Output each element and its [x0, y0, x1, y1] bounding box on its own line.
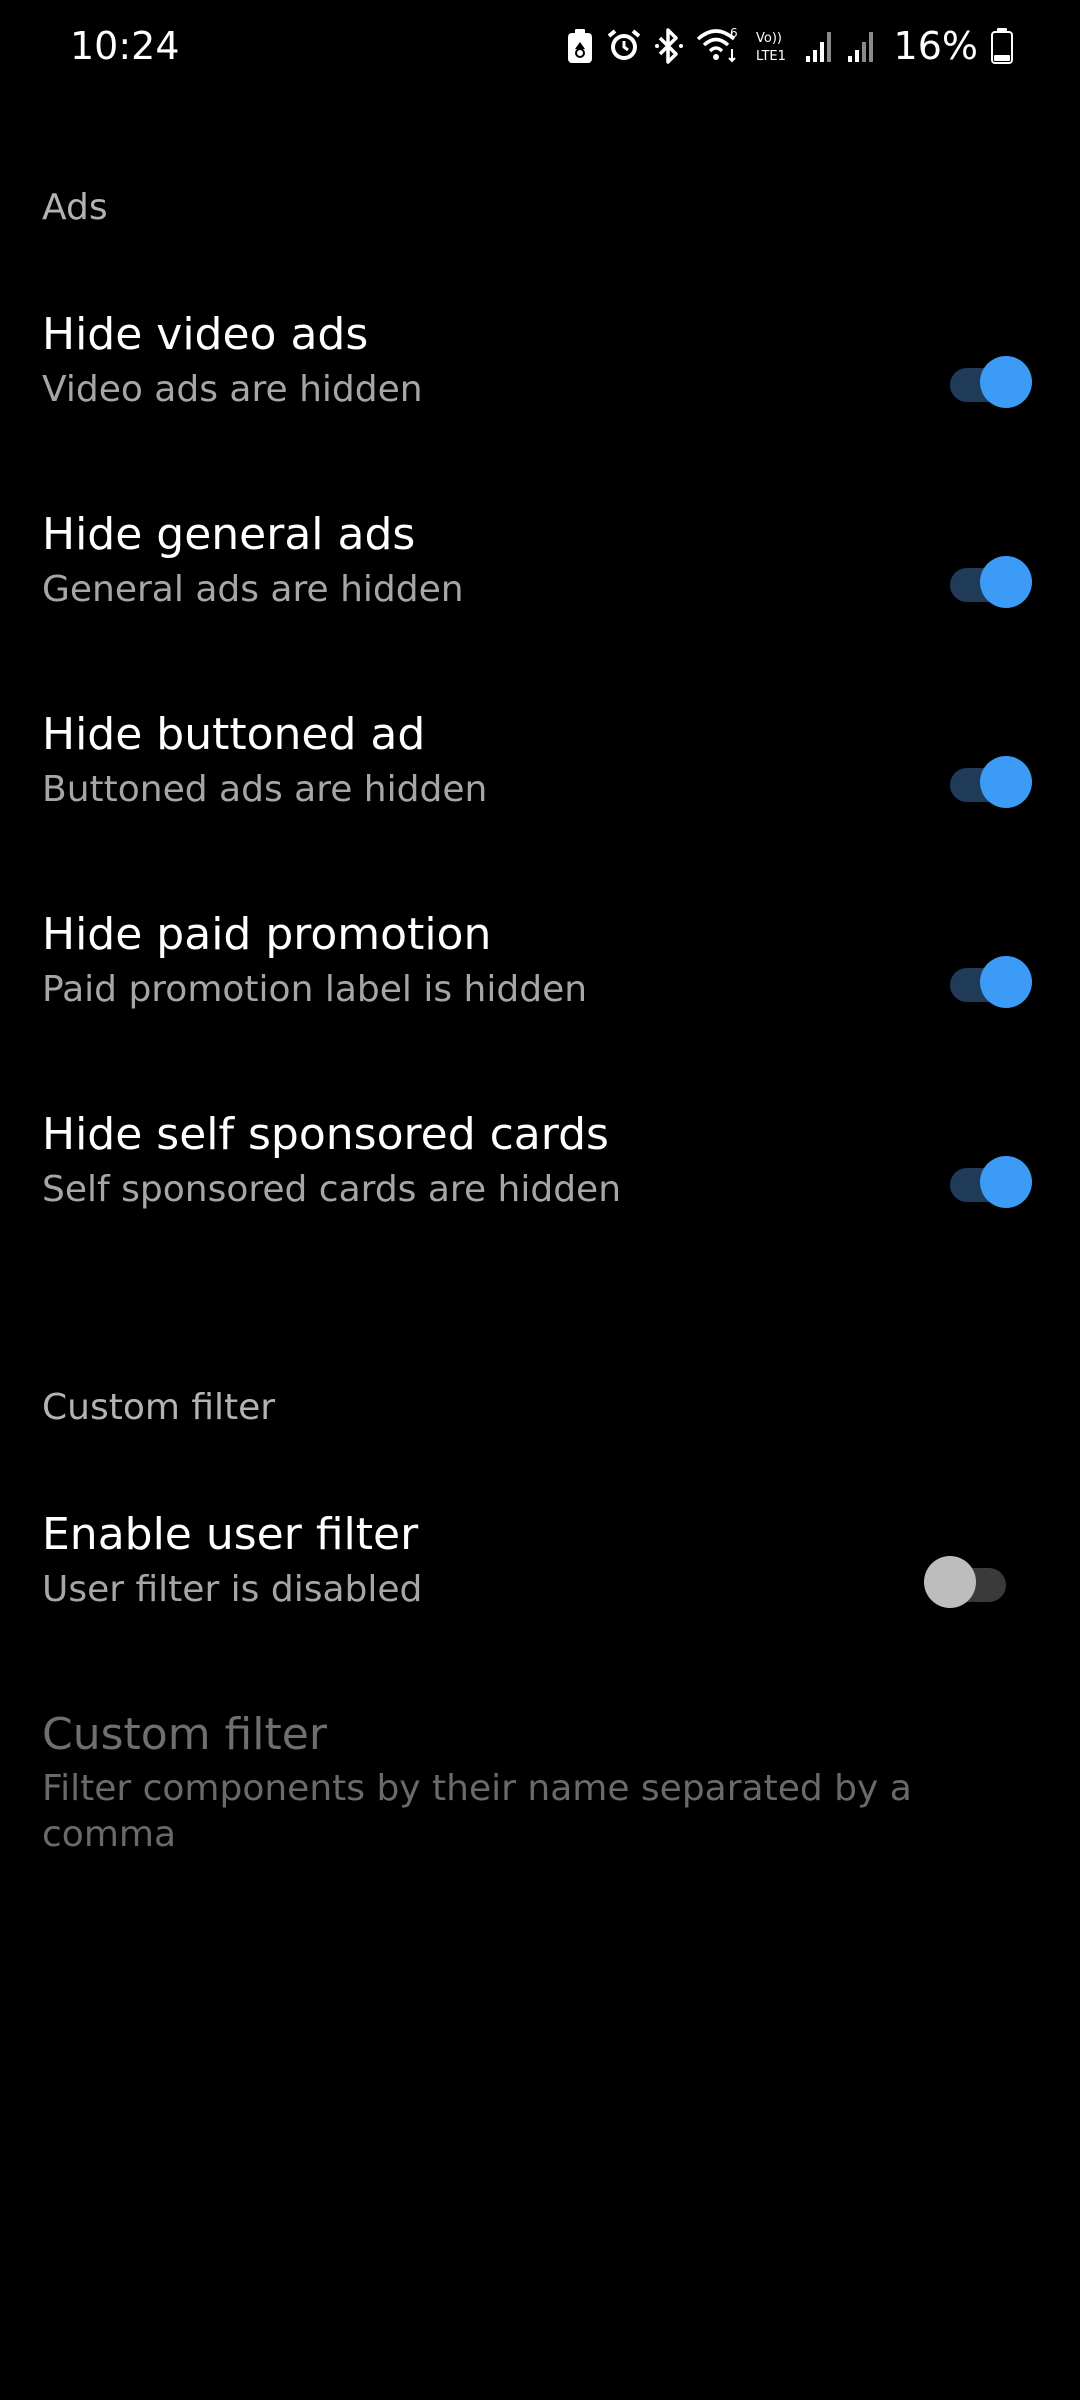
pref-summary: Filter components by their name separate…: [42, 1768, 912, 1855]
pref-title: Hide self sponsored cards: [42, 1109, 609, 1160]
switch-thumb: [980, 1156, 1032, 1208]
toggle-hide-self-sponsored-cards[interactable]: [944, 1156, 1032, 1208]
pref-hide-video-ads[interactable]: Hide video ads Video ads are hidden: [0, 284, 1080, 464]
svg-text:6: 6: [730, 27, 738, 40]
pref-hide-self-sponsored-cards[interactable]: Hide self sponsored cards Self sponsored…: [0, 1084, 1080, 1264]
battery-percent: 16%: [893, 24, 978, 68]
bluetooth-icon: [654, 27, 684, 65]
pref-title: Enable user filter: [42, 1509, 419, 1560]
alarm-icon: [606, 28, 642, 64]
signal-icon: [804, 28, 834, 64]
toggle-enable-user-filter[interactable]: [924, 1556, 1012, 1608]
pref-hide-buttoned-ad[interactable]: Hide buttoned ad Buttoned ads are hidden: [0, 684, 1080, 864]
section-header-custom-filter: Custom filter: [42, 1387, 276, 1428]
pref-summary: General ads are hidden: [42, 569, 464, 610]
switch-thumb: [980, 556, 1032, 608]
signal-icon: [846, 28, 876, 64]
pref-title: Custom filter: [42, 1709, 327, 1760]
switch-thumb: [924, 1556, 976, 1608]
pref-hide-general-ads[interactable]: Hide general ads General ads are hidden: [0, 484, 1080, 664]
pref-title: Hide buttoned ad: [42, 709, 426, 760]
toggle-hide-general-ads[interactable]: [944, 556, 1032, 608]
svg-text:LTE1: LTE1: [756, 49, 786, 64]
toggle-hide-paid-promotion[interactable]: [944, 956, 1032, 1008]
recycle-notification-icon: [566, 27, 594, 65]
pref-summary: Paid promotion label is hidden: [42, 969, 588, 1010]
status-bar: 10:24 6 Vo)) LTE1 16%: [0, 0, 1080, 92]
toggle-hide-buttoned-ad[interactable]: [944, 756, 1032, 808]
battery-icon: [990, 27, 1014, 65]
switch-thumb: [980, 356, 1032, 408]
volte-icon: Vo)) LTE1: [754, 27, 792, 65]
pref-enable-user-filter[interactable]: Enable user filter User filter is disabl…: [0, 1484, 1080, 1664]
pref-hide-paid-promotion[interactable]: Hide paid promotion Paid promotion label…: [0, 884, 1080, 1064]
pref-title: Hide general ads: [42, 509, 416, 560]
wifi-icon: 6: [696, 27, 742, 65]
status-time: 10:24: [70, 24, 180, 68]
switch-thumb: [980, 756, 1032, 808]
pref-summary: Buttoned ads are hidden: [42, 769, 488, 810]
section-header-ads: Ads: [42, 187, 108, 228]
status-icons: 6 Vo)) LTE1 16%: [566, 22, 1014, 70]
pref-summary: Video ads are hidden: [42, 369, 423, 410]
toggle-hide-video-ads[interactable]: [944, 356, 1032, 408]
pref-title: Hide paid promotion: [42, 909, 492, 960]
pref-summary: User filter is disabled: [42, 1569, 423, 1610]
switch-thumb: [980, 956, 1032, 1008]
svg-text:Vo)): Vo)): [756, 31, 782, 46]
pref-summary: Self sponsored cards are hidden: [42, 1169, 622, 1210]
pref-custom-filter: Custom filter Filter components by their…: [0, 1684, 1080, 1884]
pref-title: Hide video ads: [42, 309, 369, 360]
